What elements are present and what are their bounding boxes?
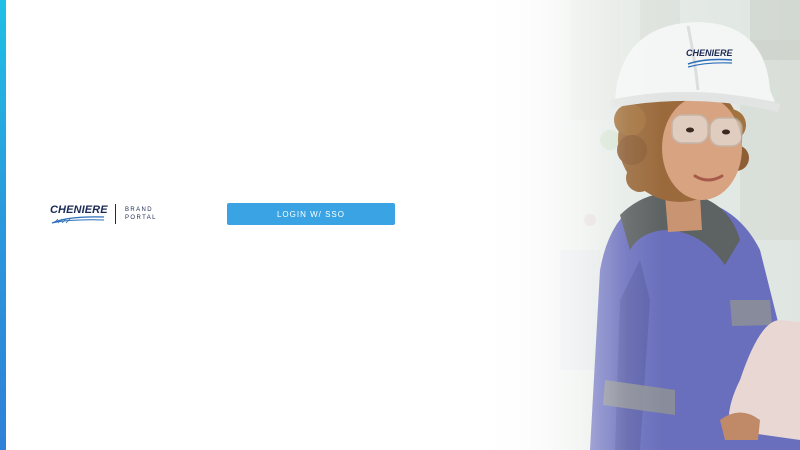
worker-illustration [560, 0, 800, 450]
logo-divider [115, 204, 116, 224]
cheniere-logo-mark: CHENIERE [50, 202, 108, 226]
hero-photo: CHENIERE [440, 0, 800, 450]
helmet-brand-text: CHENIERE [686, 48, 733, 58]
logo-swoosh-icon [51, 216, 105, 224]
left-accent-bar [0, 0, 6, 450]
logo-subtitle: BRAND PORTAL [125, 206, 157, 222]
logo-sub-portal: PORTAL [125, 215, 157, 221]
login-sso-button[interactable]: LOGIN W/ SSO [227, 203, 395, 225]
logo-sub-brand: BRAND [125, 207, 154, 213]
login-page: CHENIERE BRAND PORTAL LOGIN W/ SSO CHENI… [0, 0, 800, 450]
brand-portal-logo: CHENIERE BRAND PORTAL [50, 201, 157, 227]
